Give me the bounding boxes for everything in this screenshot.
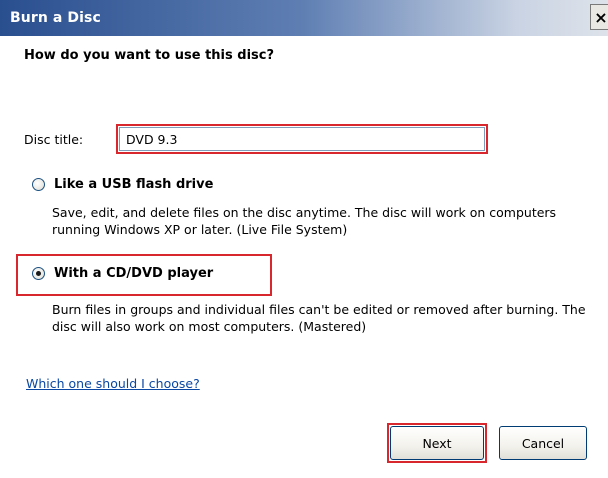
- which-one-help-link[interactable]: Which one should I choose?: [26, 376, 200, 391]
- question-heading: How do you want to use this disc?: [24, 48, 275, 63]
- close-button[interactable]: ×: [590, 4, 608, 30]
- usb-radio-button[interactable]: [32, 178, 45, 191]
- usb-option-label[interactable]: Like a USB flash drive: [54, 177, 213, 192]
- disc-title-label: Disc title:: [24, 132, 84, 147]
- next-button[interactable]: Next: [390, 426, 484, 460]
- cd-option-description: Burn files in groups and individual file…: [52, 302, 586, 334]
- disc-title-value: DVD 9.3: [126, 132, 178, 147]
- option-cd-dvd-player[interactable]: With a CD/DVD player: [32, 266, 213, 281]
- disc-title-input[interactable]: DVD 9.3: [116, 124, 488, 154]
- window-title: Burn a Disc: [10, 10, 101, 26]
- close-icon: ×: [594, 7, 608, 27]
- cd-option-label[interactable]: With a CD/DVD player: [54, 266, 213, 281]
- option-usb-flash-drive[interactable]: Like a USB flash drive: [32, 177, 213, 192]
- usb-option-description: Save, edit, and delete files on the disc…: [52, 205, 557, 237]
- title-bar: Burn a Disc ×: [0, 0, 608, 36]
- burn-disc-dialog: Burn a Disc × How do you want to use thi…: [0, 0, 608, 478]
- cancel-button[interactable]: Cancel: [499, 426, 587, 460]
- cd-radio-button[interactable]: [32, 267, 45, 280]
